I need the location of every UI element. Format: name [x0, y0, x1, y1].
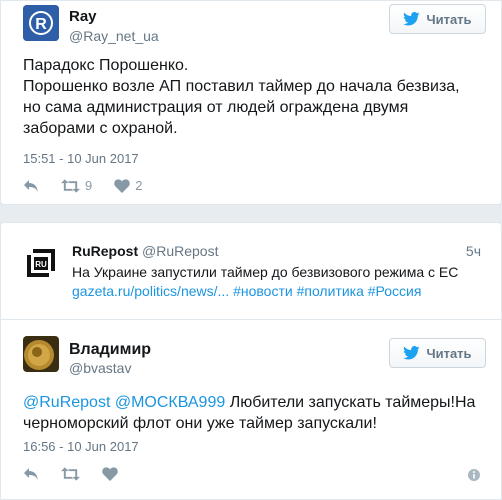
tweet-card-ray: R Ray @Ray_net_ua Читать Парадокс Пороше… — [0, 0, 502, 205]
quoted-tweet[interactable]: RU RuRepost @RuRepost 5ч На Украине запу… — [1, 223, 501, 318]
tweet-actions: 9 2 — [23, 178, 164, 193]
tweet-line: Порошенко возле АП поставил таймер до на… — [23, 78, 460, 95]
quoted-author-name[interactable]: RuRepost — [72, 243, 138, 259]
quoted-header: RuRepost @RuRepost — [72, 243, 218, 259]
divider — [1, 319, 501, 320]
rurepost-logo-icon: RU — [23, 245, 59, 281]
twitter-bird-icon — [403, 346, 421, 360]
follow-label: Читать — [426, 345, 472, 361]
mention[interactable]: @RuRepost — [23, 394, 110, 411]
tweet-text: @RuRepost @МОСКВА999 Любители запускать … — [23, 392, 475, 434]
heart-icon — [102, 467, 118, 481]
tweet-line: @RuRepost @МОСКВА999 Любители запускать … — [23, 392, 475, 413]
author-name[interactable]: Владимир — [69, 341, 151, 359]
mention[interactable]: @МОСКВА999 — [115, 394, 225, 411]
author-handle[interactable]: @bvastav — [69, 360, 131, 376]
reply-button[interactable] — [23, 467, 39, 481]
like-count: 2 — [135, 178, 143, 193]
reply-icon — [24, 179, 38, 192]
timestamp[interactable]: 16:56 - 10 Jun 2017 — [23, 439, 139, 454]
rurepost-avatar[interactable]: RU — [23, 245, 59, 281]
timestamp[interactable]: 15:51 - 10 Jun 2017 — [23, 151, 139, 166]
svg-text:R: R — [35, 16, 47, 33]
hashtag[interactable]: #новости — [233, 283, 293, 299]
like-button[interactable]: 2 — [114, 178, 142, 193]
tweet-line: но сама администрация от людей ограждена… — [23, 99, 409, 116]
tweet-line: заборами с охраной. — [23, 120, 178, 137]
retweet-button[interactable]: 9 — [61, 178, 92, 193]
tweet-text: Парадокс Порошенко. Порошенко возле АП п… — [23, 55, 460, 139]
follow-button[interactable]: Читать — [389, 338, 486, 368]
quoted-age[interactable]: 5ч — [466, 243, 481, 259]
quoted-author-handle[interactable]: @RuRepost — [142, 243, 218, 259]
heart-icon — [114, 178, 130, 193]
tweet-actions — [23, 467, 140, 481]
avatar[interactable]: R — [23, 5, 59, 41]
follow-button[interactable]: Читать — [389, 4, 486, 34]
quoted-text: На Украине запустили таймер до безвизово… — [72, 264, 459, 280]
author-handle[interactable]: @Ray_net_ua — [69, 28, 159, 44]
hashtag[interactable]: #политика — [297, 283, 364, 299]
ray-logo-icon: R — [23, 5, 59, 41]
reply-button[interactable] — [23, 179, 39, 193]
quoted-link[interactable]: gazeta.ru/politics/news/... — [72, 283, 229, 299]
tweet-card-vladimir: RU RuRepost @RuRepost 5ч На Украине запу… — [0, 222, 502, 500]
info-icon[interactable] — [467, 468, 481, 482]
tweet-text-part: Любители запускать таймеры!На — [229, 394, 476, 411]
quoted-links: gazeta.ru/politics/news/... #новости #по… — [72, 282, 421, 301]
avatar[interactable] — [23, 336, 59, 372]
tweet-line: черноморский флот они уже таймер запуска… — [23, 415, 377, 432]
like-button[interactable] — [102, 467, 118, 481]
author-name[interactable]: Ray — [69, 8, 97, 25]
rurepost-logo-text: RU — [35, 260, 47, 269]
coin-avatar-icon — [23, 336, 59, 372]
reply-icon — [24, 468, 38, 480]
follow-label: Читать — [426, 11, 472, 27]
hashtag[interactable]: #Россия — [368, 283, 422, 299]
twitter-bird-icon — [403, 12, 421, 26]
tweet-line: Парадокс Порошенко. — [23, 57, 189, 74]
retweet-icon — [61, 178, 80, 193]
retweet-icon — [61, 467, 80, 481]
retweet-count: 9 — [85, 178, 93, 193]
retweet-button[interactable] — [61, 467, 80, 481]
